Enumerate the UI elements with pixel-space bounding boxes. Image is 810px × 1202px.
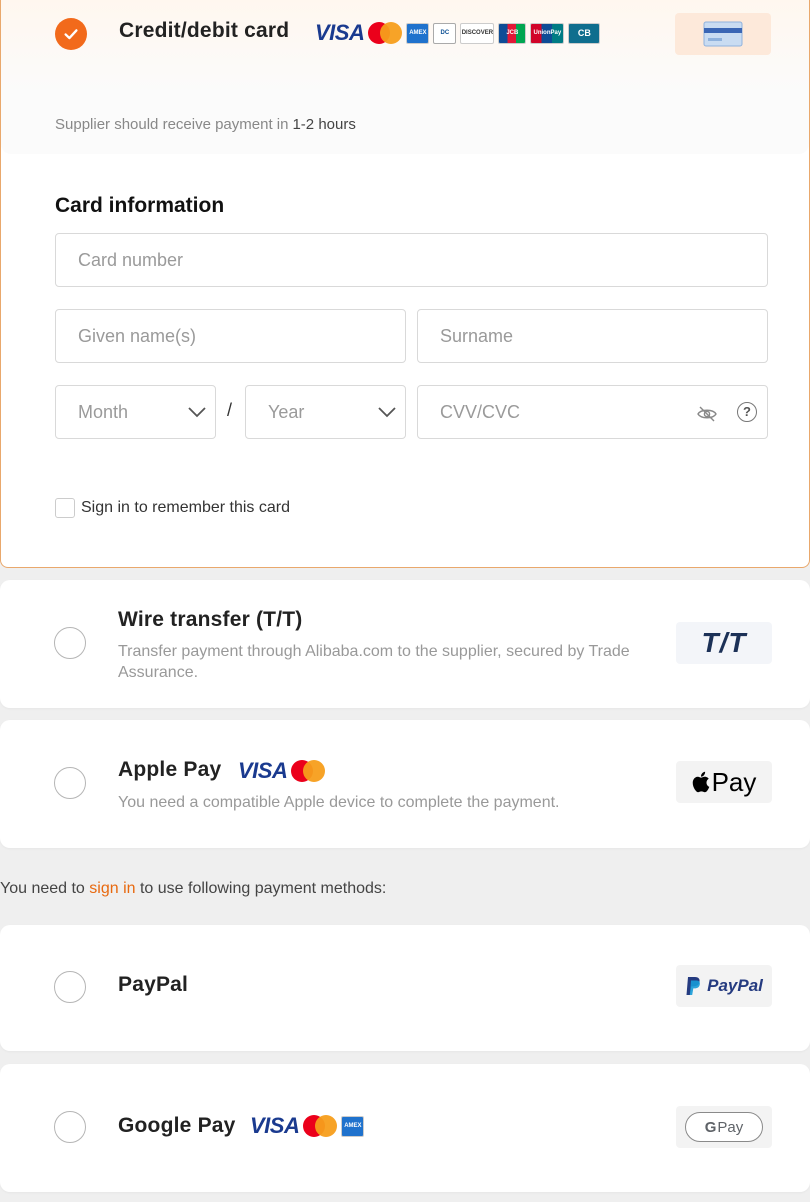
unionpay-logo: UnionPay	[530, 22, 565, 44]
mastercard-logo	[291, 760, 326, 782]
eye-off-icon[interactable]	[697, 404, 717, 424]
cb-logo: CB	[568, 22, 601, 44]
apple-icon	[692, 771, 709, 793]
google-pay-title: Google Pay	[118, 1114, 236, 1137]
google-g-icon: G	[704, 1118, 717, 1136]
paypal-title: PayPal	[118, 973, 189, 996]
card-number-field[interactable]: Card number	[55, 233, 768, 287]
wire-transfer-description: Transfer payment through Alibaba.com to …	[118, 643, 630, 681]
gpay-badge: G Pay	[685, 1112, 763, 1142]
paypal-logo: PayPal	[676, 965, 772, 1007]
remember-card-checkbox[interactable]	[55, 498, 75, 518]
visa-logo: VISA	[250, 1113, 300, 1138]
apple-pay-logo-text: Pay	[711, 766, 757, 797]
mastercard-logo	[368, 22, 403, 44]
wire-transfer-option[interactable]: Wire transfer (T/T) Transfer payment thr…	[0, 580, 810, 708]
date-separator: /	[227, 400, 233, 420]
google-pay-logo-text: Pay	[717, 1118, 744, 1136]
payment-time-label: Supplier should receive payment in	[55, 116, 289, 133]
card-number-placeholder: Card number	[78, 249, 184, 270]
chevron-down-icon	[188, 407, 206, 418]
credit-card-icon	[703, 21, 743, 47]
apple-pay-logo: Pay	[676, 761, 772, 803]
cvv-placeholder: CVV/CVC	[440, 401, 521, 422]
visa-logo: VISA	[315, 20, 365, 45]
jcb-logo: JCB	[498, 22, 527, 44]
paypal-radio[interactable]	[54, 971, 86, 1003]
signin-link[interactable]: sign in	[89, 880, 135, 897]
given-name-placeholder: Given name(s)	[78, 325, 197, 346]
check-icon	[64, 29, 78, 40]
google-pay-radio[interactable]	[54, 1111, 86, 1143]
card-information-title: Card information	[55, 194, 225, 217]
apple-pay-radio[interactable]	[54, 767, 86, 799]
given-name-field[interactable]: Given name(s)	[55, 309, 406, 363]
amex-logo: AMEX	[341, 1115, 365, 1137]
apple-pay-option[interactable]: Apple Pay VISA You need a compatible App…	[0, 720, 810, 848]
signin-note-before: You need to	[0, 880, 90, 897]
diners-logo: DC	[433, 22, 457, 44]
signin-note-after: to use following payment methods:	[135, 880, 387, 897]
tt-logo: T/T	[676, 622, 772, 664]
credit-card-header[interactable]: Credit/debit card VISA AMEX DC DISCOVER …	[1, 0, 809, 154]
chevron-down-icon	[378, 407, 396, 418]
month-placeholder: Month	[78, 401, 129, 422]
paypal-logo-text: PayPal	[707, 976, 763, 995]
cvv-help-icon[interactable]: ?	[737, 402, 757, 422]
card-brand-row: VISA AMEX DC DISCOVER JCB UnionPay CB	[315, 20, 601, 46]
apple-pay-title: Apple Pay	[118, 758, 222, 781]
paypal-option[interactable]: PayPal PayPal	[0, 925, 810, 1051]
paypal-icon	[686, 977, 701, 995]
apple-pay-brand-row: VISA	[238, 758, 326, 784]
payment-time-value: 1-2 hours	[292, 116, 356, 133]
surname-field[interactable]: Surname	[417, 309, 768, 363]
mastercard-logo	[303, 1115, 338, 1137]
credit-card-thumbnail	[675, 13, 771, 55]
month-select[interactable]: Month	[55, 385, 216, 439]
wire-transfer-radio[interactable]	[54, 627, 86, 659]
amex-logo: AMEX	[406, 22, 430, 44]
signin-note: You need to sign in to use following pay…	[0, 880, 386, 898]
credit-card-radio-selected[interactable]	[55, 18, 87, 50]
visa-logo: VISA	[238, 758, 288, 783]
wire-transfer-title: Wire transfer (T/T)	[118, 608, 303, 631]
google-pay-brand-row: VISA AMEX	[250, 1113, 365, 1139]
discover-logo: DISCOVER	[460, 22, 495, 44]
tt-logo-text: T/T	[701, 627, 747, 658]
google-pay-option[interactable]: Google Pay VISA AMEX G Pay	[0, 1064, 810, 1192]
year-select[interactable]: Year	[245, 385, 406, 439]
credit-card-title: Credit/debit card	[119, 19, 290, 42]
year-placeholder: Year	[268, 401, 305, 422]
surname-placeholder: Surname	[440, 325, 514, 346]
credit-card-panel: Credit/debit card VISA AMEX DC DISCOVER …	[0, 0, 810, 568]
apple-pay-description: You need a compatible Apple device to co…	[118, 794, 560, 811]
google-pay-logo: G Pay	[676, 1106, 772, 1148]
payment-time-hint: Supplier should receive payment in 1-2 ho…	[55, 116, 356, 133]
cvv-field[interactable]: CVV/CVC ?	[417, 385, 768, 439]
remember-card-label[interactable]: Sign in to remember this card	[81, 499, 290, 517]
